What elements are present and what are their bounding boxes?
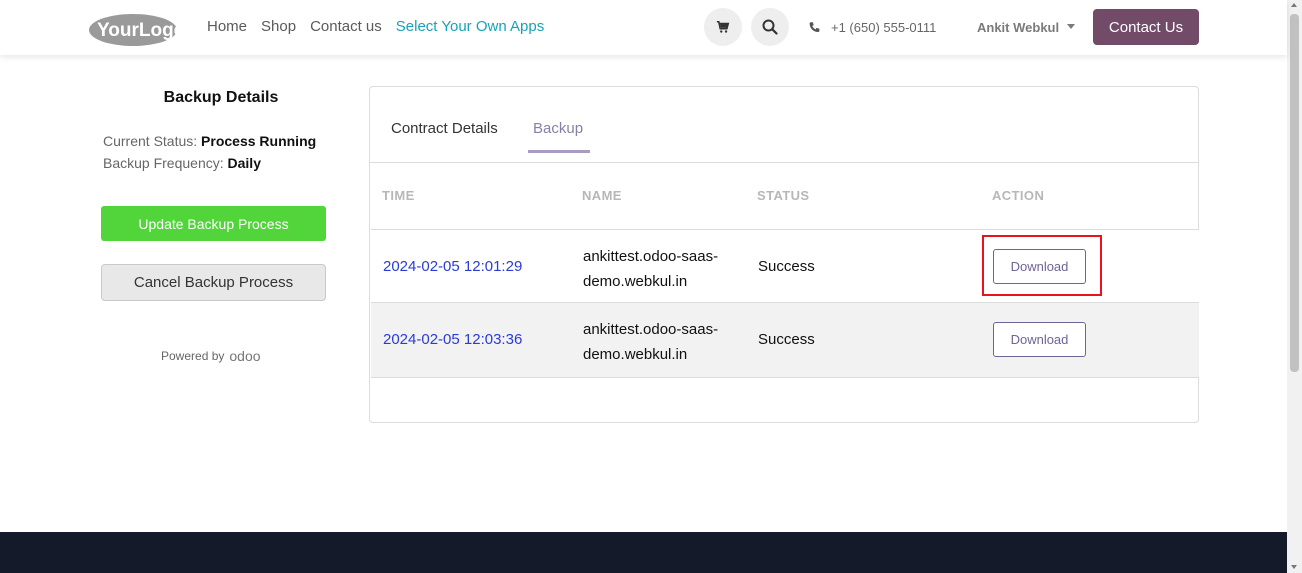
update-backup-button[interactable]: Update Backup Process <box>101 206 326 241</box>
header-status: STATUS <box>757 188 810 203</box>
row-time: 2024-02-05 12:01:29 <box>383 258 523 275</box>
tab-contract-details[interactable]: Contract Details <box>391 120 498 137</box>
row-status: Success <box>758 331 815 348</box>
contact-us-button[interactable]: Contact Us <box>1093 9 1199 45</box>
row-time: 2024-02-05 12:03:36 <box>383 331 523 348</box>
active-tab-indicator <box>528 150 590 153</box>
site-footer <box>0 532 1287 573</box>
tab-bar: Contract Details Backup <box>370 87 1198 163</box>
header-name: NAME <box>582 188 622 203</box>
backup-details-title: Backup Details <box>163 89 279 106</box>
cart-button[interactable] <box>704 8 742 46</box>
tab-backup[interactable]: Backup <box>533 120 583 137</box>
row-name: ankittest.odoo-saas-demo.webkul.in <box>583 321 719 363</box>
header-action: ACTION <box>992 188 1045 203</box>
nav-contact-us[interactable]: Contact us <box>310 18 382 35</box>
search-button[interactable] <box>751 8 789 46</box>
powered-by-text: Powered by <box>161 349 225 363</box>
current-status: Current Status: Process Running <box>103 133 316 149</box>
frequency-label: Backup Frequency: <box>103 155 224 171</box>
search-icon <box>762 19 778 35</box>
phone-number[interactable]: +1 (650) 555-0111 <box>808 20 936 35</box>
svg-text:YourLogo: YourLogo <box>97 20 178 41</box>
row-status: Success <box>758 258 815 275</box>
nav-home[interactable]: Home <box>207 18 247 35</box>
table-row: 2024-02-05 12:01:29 ankittest.odoo-saas-… <box>371 229 1199 303</box>
nav-shop[interactable]: Shop <box>261 18 296 35</box>
logo[interactable]: YourLogo <box>88 11 185 47</box>
download-button[interactable]: Download <box>993 249 1086 284</box>
main-nav: Home Shop Contact us Select Your Own App… <box>207 18 558 35</box>
cancel-backup-button[interactable]: Cancel Backup Process <box>101 264 326 301</box>
scrollbar[interactable] <box>1287 0 1302 573</box>
cart-icon <box>716 20 730 33</box>
user-name: Ankit Webkul <box>977 20 1060 35</box>
frequency-value: Daily <box>227 155 261 171</box>
table-row: 2024-02-05 12:03:36 ankittest.odoo-saas-… <box>371 303 1199 378</box>
scrollbar-thumb[interactable] <box>1290 14 1299 372</box>
chevron-down-icon <box>1067 24 1076 29</box>
backup-frequency: Backup Frequency: Daily <box>103 155 261 171</box>
current-status-value: Process Running <box>201 133 317 149</box>
contract-card: Contract Details Backup TIME NAME STATUS… <box>369 86 1199 423</box>
nav-select-apps[interactable]: Select Your Own Apps <box>396 18 544 35</box>
odoo-logo[interactable]: odoo <box>229 348 260 364</box>
scroll-down-icon[interactable] <box>1291 565 1297 569</box>
scroll-up-icon[interactable] <box>1291 3 1297 7</box>
current-status-label: Current Status: <box>103 133 198 149</box>
download-button[interactable]: Download <box>993 322 1086 357</box>
row-name: ankittest.odoo-saas-demo.webkul.in <box>583 248 719 290</box>
site-header: YourLogo Home Shop Contact us Select You… <box>0 0 1287 55</box>
phone-icon <box>809 22 820 32</box>
phone-text: +1 (650) 555-0111 <box>831 20 937 35</box>
user-menu[interactable]: Ankit Webkul <box>977 20 1076 35</box>
powered-by: Powered by odoo <box>161 348 261 364</box>
header-time: TIME <box>382 188 415 203</box>
